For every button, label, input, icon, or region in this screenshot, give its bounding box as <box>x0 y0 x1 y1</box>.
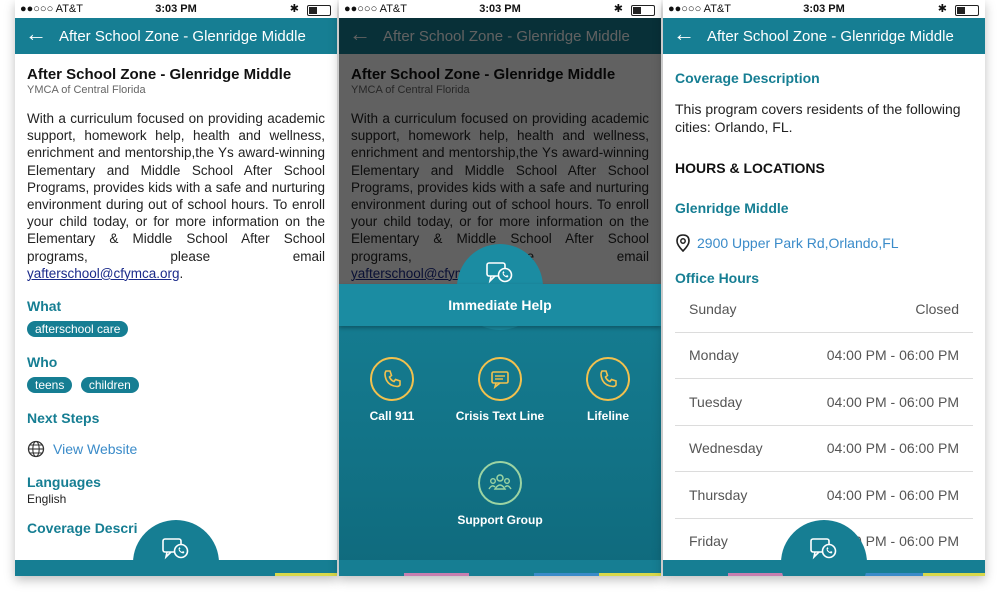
stripe <box>275 573 337 576</box>
battery-icon <box>631 5 655 16</box>
hours-day: Sunday <box>689 300 737 317</box>
battery-icon <box>307 5 331 16</box>
who-heading: Who <box>27 354 58 371</box>
lifeline-label: Lifeline <box>586 409 629 423</box>
hours-row: Thursday 04:00 PM - 06:00 PM <box>675 472 973 519</box>
chip-afterschool-care[interactable]: afterschool care <box>27 321 129 338</box>
what-chips: afterschool care <box>27 320 325 338</box>
hours-day: Friday <box>689 533 728 550</box>
phone-icon <box>586 357 630 401</box>
organization-name: YMCA of Central Florida <box>27 84 146 96</box>
coverage-text: This program covers residents of the fol… <box>675 101 961 135</box>
view-website-link[interactable]: View Website <box>27 440 325 458</box>
who-chips: teens children <box>27 376 325 394</box>
app-bar: ← After School Zone - Glenridge Middle <box>15 18 337 54</box>
bluetooth-icon: ✱ <box>613 3 623 15</box>
hours-table: Sunday Closed Monday 04:00 PM - 06:00 PM T… <box>675 286 973 560</box>
program-title: After School Zone - Glenridge Middle <box>27 66 292 83</box>
app-bar-title: After School Zone - Glenridge Middle <box>59 28 306 45</box>
hours-time: Closed <box>915 300 959 317</box>
back-arrow-icon[interactable]: ← <box>25 23 47 45</box>
stripe <box>534 573 599 576</box>
map-pin-icon <box>675 234 691 252</box>
support-group-option[interactable]: Support Group <box>445 461 555 527</box>
hours-row: Wednesday 04:00 PM - 06:00 PM <box>675 426 973 472</box>
support-group-label: Support Group <box>457 513 543 527</box>
call-911-option[interactable]: Call 911 <box>339 357 447 423</box>
address-text: 2900 Upper Park Rd,Orlando,FL <box>697 235 899 251</box>
hours-time: 04:00 PM - 06:00 PM <box>826 440 959 457</box>
hours-time: 04:00 PM - 06:00 PM <box>826 347 959 364</box>
hours-locations-heading: HOURS & LOCATIONS <box>675 160 825 176</box>
battery-icon <box>955 5 979 16</box>
immediate-help-title: Immediate Help <box>339 284 661 326</box>
status-bar: ●●○○○ AT&T 3:03 PM ✱ <box>15 0 337 18</box>
coverage-heading: Coverage Description <box>675 70 820 86</box>
help-chat-icon <box>162 538 189 560</box>
description-end: . <box>179 265 184 281</box>
what-heading: What <box>27 298 62 315</box>
languages-heading: Languages <box>27 474 101 491</box>
hours-time: 04:00 PM - 06:00 PM <box>826 486 959 503</box>
hours-row: Tuesday 04:00 PM - 06:00 PM <box>675 379 973 426</box>
bottom-bar <box>339 560 661 576</box>
stripe <box>599 573 661 576</box>
app-bar-title: After School Zone - Glenridge Middle <box>707 28 954 45</box>
app-bar: ← After School Zone - Glenridge Middle <box>663 18 985 54</box>
call-911-label: Call 911 <box>369 409 415 423</box>
status-bar: ●●○○○ AT&T 3:03 PM ✱ <box>339 0 661 18</box>
crisis-text-line-label: Crisis Text Line <box>455 409 545 423</box>
location-name: Glenridge Middle <box>675 200 789 216</box>
chip-children[interactable]: children <box>80 377 139 394</box>
clock: 3:03 PM <box>479 3 521 15</box>
message-icon <box>478 357 522 401</box>
lifeline-option[interactable]: Lifeline <box>553 357 661 423</box>
bluetooth-icon: ✱ <box>289 3 299 15</box>
detail-content: After School Zone - Glenridge Middle YMC… <box>15 54 337 560</box>
help-chat-icon <box>810 538 837 560</box>
email-link[interactable]: yafterschool@cfymca.org <box>27 266 180 281</box>
stripe <box>15 573 55 576</box>
languages-value: English <box>27 492 67 507</box>
globe-icon <box>27 440 45 458</box>
hours-row: Sunday Closed <box>675 286 973 333</box>
stripe <box>404 573 469 576</box>
view-website-label: View Website <box>53 441 138 458</box>
crisis-text-line-option[interactable]: Crisis Text Line <box>445 357 555 423</box>
program-description: With a curriculum focused on providing a… <box>27 110 325 282</box>
help-chat-icon <box>486 262 513 284</box>
hours-day: Tuesday <box>689 393 743 410</box>
hours-content: Coverage Description This program covers… <box>663 54 985 560</box>
phone-screen-hours: ●●○○○ AT&T 3:03 PM ✱ ← After School Zone… <box>663 0 985 576</box>
hours-day: Thursday <box>689 486 748 503</box>
back-arrow-icon[interactable]: ← <box>673 23 695 45</box>
status-bar: ●●○○○ AT&T 3:03 PM ✱ <box>663 0 985 18</box>
chip-teens[interactable]: teens <box>27 377 73 394</box>
group-icon <box>478 461 522 505</box>
phone-screen-immediate-help: ●●○○○ AT&T 3:03 PM ✱ ← After School Zone… <box>339 0 661 576</box>
hours-row: Monday 04:00 PM - 06:00 PM <box>675 333 973 379</box>
address-link[interactable]: 2900 Upper Park Rd,Orlando,FL <box>675 234 973 252</box>
stripe <box>923 573 985 576</box>
office-hours-heading: Office Hours <box>675 270 760 286</box>
hours-day: Wednesday <box>689 440 763 457</box>
hours-day: Monday <box>689 347 739 364</box>
description-text: With a curriculum focused on providing a… <box>27 111 325 264</box>
phone-screen-detail: ●●○○○ AT&T 3:03 PM ✱ ← After School Zone… <box>15 0 337 576</box>
bluetooth-icon: ✱ <box>937 3 947 15</box>
phone-icon <box>370 357 414 401</box>
clock: 3:03 PM <box>803 3 845 15</box>
clock: 3:03 PM <box>155 3 197 15</box>
hours-time: 04:00 PM - 06:00 PM <box>826 393 959 410</box>
stripe <box>858 573 923 576</box>
next-steps-heading: Next Steps <box>27 410 100 427</box>
